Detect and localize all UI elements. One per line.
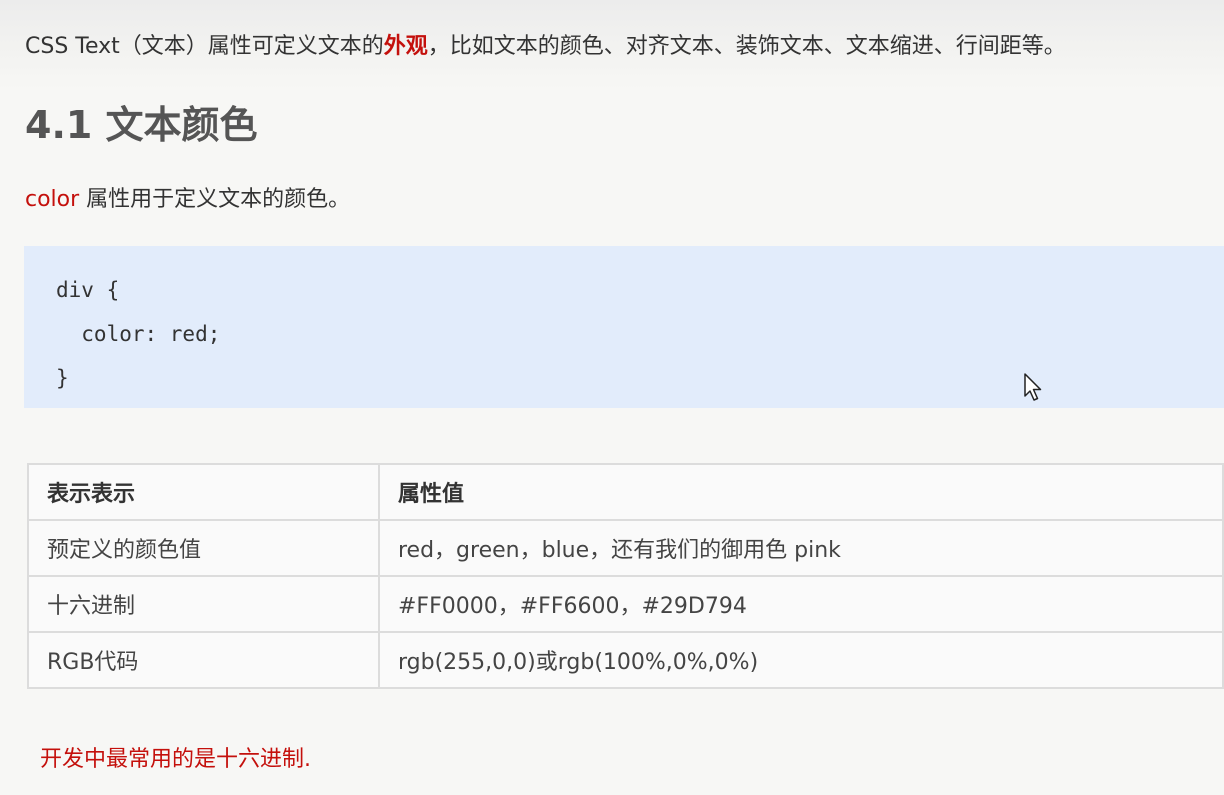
intro-emphasis: 外观: [383, 34, 428, 59]
section-heading: 4.1 文本颜色: [25, 103, 258, 147]
code-line-2: color: red;: [56, 322, 221, 346]
description-keyword: color: [25, 187, 80, 212]
intro-text-after: ，比如文本的颜色、对齐文本、装饰文本、文本缩进、行间距等。: [427, 34, 1066, 59]
table-cell: red，green，blue，还有我们的御用色 pink: [378, 519, 1224, 577]
color-value-table: 表示表示 属性值 预定义的颜色值 red，green，blue，还有我们的御用色…: [27, 463, 1224, 689]
table-row: 预定义的颜色值 red，green，blue，还有我们的御用色 pink: [27, 519, 1224, 577]
code-line-1: div {: [56, 278, 120, 302]
code-line-3: }: [56, 366, 69, 390]
table-cell: 十六进制: [27, 575, 380, 633]
intro-text-before: CSS Text（文本）属性可定义文本的: [25, 34, 384, 59]
table-cell: #FF0000，#FF6600，#29D794: [378, 575, 1224, 633]
table-cell: rgb(255,0,0)或rgb(100%,0%,0%): [378, 631, 1224, 689]
table-cell: 预定义的颜色值: [27, 519, 380, 577]
note-text: 开发中最常用的是十六进制.: [40, 747, 311, 772]
table-cell: RGB代码: [27, 631, 380, 689]
table-header-cell: 属性值: [378, 463, 1224, 521]
table-row: RGB代码 rgb(255,0,0)或rgb(100%,0%,0%): [27, 631, 1224, 689]
intro-paragraph: CSS Text（文本）属性可定义文本的外观，比如文本的颜色、对齐文本、装饰文本…: [25, 30, 1066, 64]
table-header-cell: 表示表示: [27, 463, 380, 521]
description-paragraph: color 属性用于定义文本的颜色。: [25, 183, 350, 217]
code-block: div { color: red; }: [24, 246, 1224, 408]
mouse-pointer-icon: [1024, 373, 1042, 401]
description-text: 属性用于定义文本的颜色。: [79, 187, 351, 212]
table-row: 十六进制 #FF0000，#FF6600，#29D794: [27, 575, 1224, 633]
table-header-row: 表示表示 属性值: [27, 463, 1224, 521]
